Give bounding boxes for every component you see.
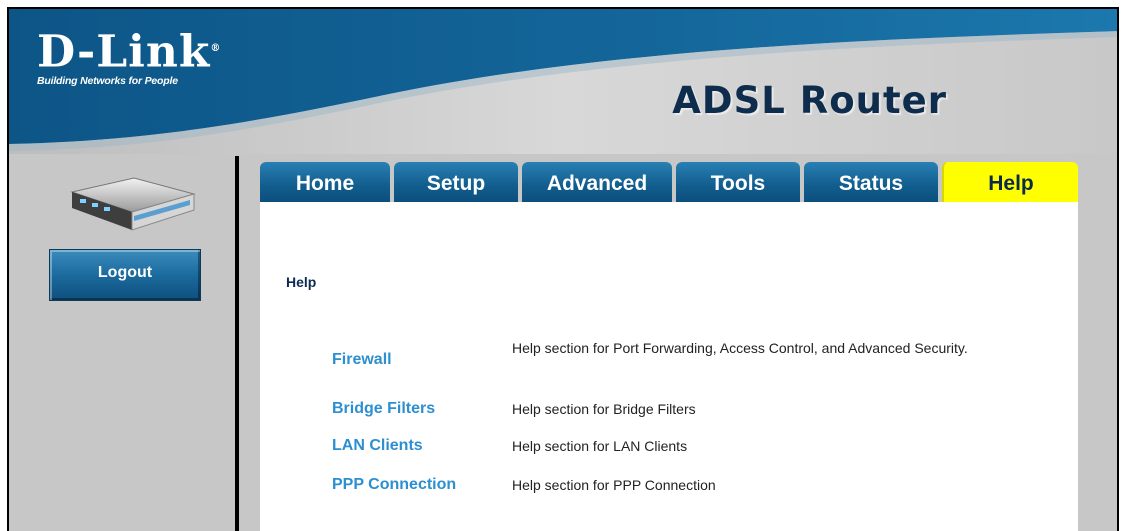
tab-status[interactable]: Status xyxy=(804,162,938,202)
ppp-connection-help-link[interactable]: PPP Connection xyxy=(332,476,456,494)
product-title: ADSL Router xyxy=(672,79,947,122)
tab-help[interactable]: Help xyxy=(942,162,1078,202)
dlink-logo: D-Link® Building Networks for People xyxy=(37,27,221,87)
page-title: Help xyxy=(286,274,317,290)
main-nav-tabs: Home Setup Advanced Tools Status Help xyxy=(260,162,1078,202)
router-admin-frame: D-Link® Building Networks for People ADS… xyxy=(7,7,1119,531)
tab-label: Advanced xyxy=(546,172,648,195)
firewall-help-description: Help section for Port Forwarding, Access… xyxy=(512,340,968,356)
logout-button[interactable]: Logout xyxy=(49,249,201,301)
bridge-filters-help-description: Help section for Bridge Filters xyxy=(512,401,696,417)
logo-text: D-Link xyxy=(37,26,211,78)
tab-label: Status xyxy=(838,172,904,195)
ppp-connection-help-description: Help section for PPP Connection xyxy=(512,477,716,493)
firewall-help-link[interactable]: Firewall xyxy=(332,351,392,369)
header-banner: D-Link® Building Networks for People ADS… xyxy=(9,9,1117,154)
tab-label: Help xyxy=(988,172,1034,195)
tab-label: Setup xyxy=(426,172,486,195)
bridge-filters-help-link[interactable]: Bridge Filters xyxy=(332,400,435,418)
tab-tools[interactable]: Tools xyxy=(676,162,800,202)
router-device-image xyxy=(70,177,196,231)
tab-home[interactable]: Home xyxy=(260,162,390,202)
sidebar: Logout xyxy=(9,154,235,531)
tab-advanced[interactable]: Advanced xyxy=(522,162,672,202)
registered-mark: ® xyxy=(210,43,222,54)
tab-label: Home xyxy=(295,172,355,195)
help-content-panel: Help Firewall Help section for Port Forw… xyxy=(260,202,1078,531)
lan-clients-help-description: Help section for LAN Clients xyxy=(512,438,688,454)
tab-setup[interactable]: Setup xyxy=(394,162,518,202)
sidebar-divider xyxy=(235,156,239,531)
lan-clients-help-link[interactable]: LAN Clients xyxy=(332,437,423,455)
tab-label: Tools xyxy=(710,172,766,195)
